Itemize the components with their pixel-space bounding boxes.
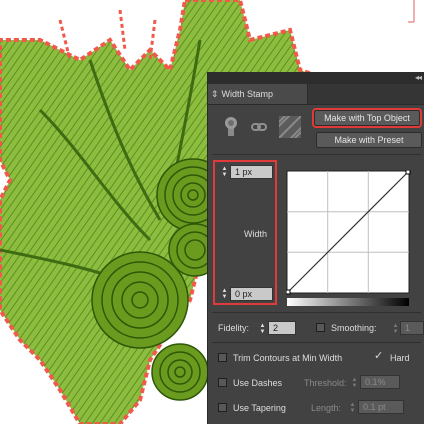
trim-contours-label: Trim Contours at Min Width: [233, 353, 343, 363]
make-with-top-object-button[interactable]: Make with Top Object: [312, 108, 422, 128]
tab-title: Width Stamp: [221, 89, 274, 99]
hatch-pattern-icon[interactable]: [279, 116, 301, 138]
threshold-field[interactable]: 0.1%: [360, 375, 400, 389]
hard-label: Hard: [390, 353, 410, 363]
threshold-stepper[interactable]: ▲ ▼: [350, 377, 359, 389]
smoothing-label: Smoothing:: [331, 323, 377, 333]
width-stamp-panel: ◂◂ ⇕ Width Stamp Make with Top Object Ma…: [207, 72, 424, 424]
fidelity-stepper[interactable]: ▲ ▼: [258, 323, 267, 335]
use-dashes-label: Use Dashes: [233, 378, 283, 388]
hard-checkmark-icon[interactable]: ✓: [374, 351, 383, 362]
use-tapering-label: Use Tapering: [233, 403, 286, 413]
divider: [212, 312, 421, 313]
fidelity-field[interactable]: 2: [268, 321, 296, 335]
width-bottom-stepper[interactable]: ▲ ▼: [220, 288, 229, 300]
width-curve-graph[interactable]: [286, 170, 411, 310]
hand-stamp-icon[interactable]: [222, 116, 240, 138]
curve-start-point[interactable]: [286, 289, 291, 295]
curve-end-point[interactable]: [405, 170, 411, 175]
divider: [212, 154, 421, 155]
width-top-stepper[interactable]: ▲ ▼: [220, 166, 229, 178]
panel-titlebar: ⇕ Width Stamp: [208, 84, 424, 105]
threshold-label: Threshold:: [304, 378, 347, 388]
trim-contours-checkbox[interactable]: [218, 353, 227, 362]
use-tapering-checkbox[interactable]: [218, 403, 227, 412]
smoothing-stepper[interactable]: ▲ ▼: [391, 323, 400, 335]
panel-top-strip: ◂◂: [208, 72, 424, 84]
use-dashes-checkbox[interactable]: [218, 378, 227, 387]
width-bottom-field[interactable]: 0 px: [230, 287, 273, 301]
divider: [212, 342, 421, 343]
length-stepper[interactable]: ▲ ▼: [348, 402, 357, 414]
make-with-preset-button[interactable]: Make with Preset: [316, 132, 422, 148]
length-label: Length:: [311, 403, 342, 413]
gradient-bar: [287, 298, 409, 306]
width-top-field[interactable]: 1 px: [230, 165, 273, 179]
fidelity-label: Fidelity:: [218, 323, 250, 333]
width-label: Width: [244, 229, 268, 239]
length-field[interactable]: 0.1 pt: [358, 400, 404, 414]
tab-chevron-icon: ⇕: [211, 88, 219, 99]
link-icon[interactable]: [251, 120, 267, 134]
collapse-panel-icon[interactable]: ◂◂: [415, 72, 422, 84]
tab-width-stamp[interactable]: ⇕ Width Stamp: [208, 84, 308, 104]
smoothing-field[interactable]: 1: [400, 321, 424, 335]
smoothing-checkbox[interactable]: [316, 323, 325, 332]
